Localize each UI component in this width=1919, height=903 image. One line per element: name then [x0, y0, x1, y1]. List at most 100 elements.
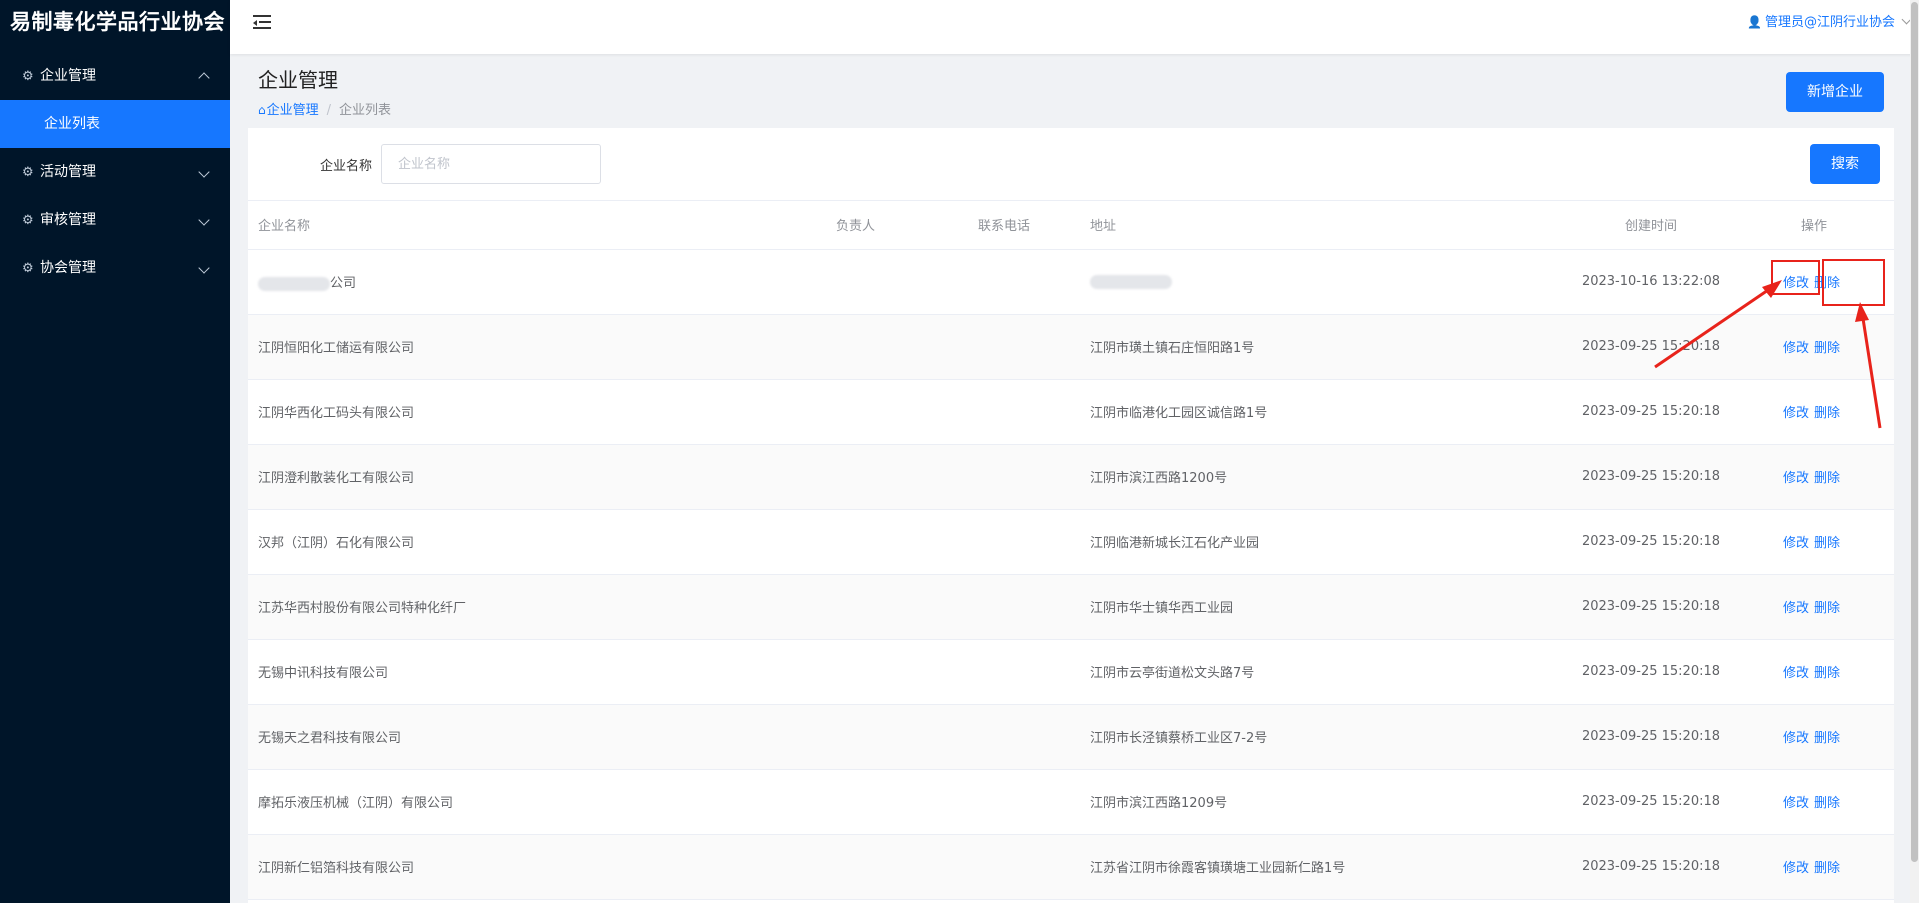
sidebar-item-label: 协会管理 — [40, 260, 96, 276]
cell-name: 摩拓乐液压机械（江阴）有限公司 — [258, 796, 454, 811]
edit-link[interactable]: 修改 — [1783, 666, 1809, 681]
sidebar-item-enterprise[interactable]: ⚙ 企业管理 — [0, 52, 230, 100]
cell-created: 2023-09-25 15:20:18 — [1568, 639, 1734, 705]
cell-actions: 修改 删除 — [1734, 769, 1894, 835]
cell-owner — [826, 769, 968, 835]
delete-link[interactable]: 删除 — [1814, 601, 1840, 616]
sidebar-item-review[interactable]: ⚙ 审核管理 — [0, 196, 230, 244]
sidebar-item-activity[interactable]: ⚙ 活动管理 — [0, 148, 230, 196]
cell-address-wrap: 江苏省江阴市徐霞客镇璜塘工业园新仁路1号 — [1080, 834, 1568, 900]
delete-link[interactable]: 删除 — [1814, 861, 1840, 876]
search-button[interactable]: 搜索 — [1810, 144, 1880, 184]
sidebar-item-association[interactable]: ⚙ 协会管理 — [0, 244, 230, 292]
table-row: 公司 2023-10-16 13:22:08 修改 删除 — [248, 249, 1894, 315]
cell-phone — [968, 704, 1080, 770]
cell-name-wrap: 无锡天之君科技有限公司 — [248, 704, 826, 770]
cell-address: 江苏省江阴市徐霞客镇璜塘工业园新仁路1号 — [1090, 861, 1346, 876]
cell-actions: 修改 删除 — [1734, 834, 1894, 900]
user-label: 管理员@江阴行业协会 — [1764, 15, 1895, 30]
delete-link[interactable]: 删除 — [1814, 471, 1840, 486]
table-row: 江阴华西化工码头有限公司 江阴市临港化工园区诚信路1号 2023-09-25 15:… — [248, 379, 1894, 445]
cell-owner — [826, 704, 968, 770]
add-enterprise-button[interactable]: 新增企业 — [1786, 72, 1884, 112]
breadcrumb-home-label: 企业管理 — [266, 103, 319, 118]
enterprise-name-input[interactable] — [381, 144, 601, 184]
cell-name: 汉邦（江阴）石化有限公司 — [258, 536, 415, 551]
cell-address: 江阴市滨江西路1200号 — [1090, 471, 1228, 486]
breadcrumb: ⌂企业管理 / 企业列表 — [258, 99, 391, 118]
cell-phone — [968, 314, 1080, 380]
cell-created: 2023-09-25 15:20:18 — [1568, 314, 1734, 380]
cell-address-wrap — [1080, 249, 1568, 315]
cell-name-wrap: 公司 — [248, 249, 826, 315]
cell-name-wrap: 江阴华西化工码头有限公司 — [248, 379, 826, 445]
edit-link[interactable]: 修改 — [1783, 341, 1809, 356]
table-row: 江阴新仁铝箔科技有限公司 江苏省江阴市徐霞客镇璜塘工业园新仁路1号 2023-09-… — [248, 834, 1894, 900]
cell-address: 江阴市璜土镇石庄恒阳路1号 — [1090, 341, 1255, 356]
delete-link[interactable]: 删除 — [1814, 341, 1840, 356]
cell-phone — [968, 509, 1080, 575]
cell-actions: 修改 删除 — [1734, 509, 1894, 575]
cell-actions: 修改 删除 — [1734, 574, 1894, 640]
cell-name: 江阴恒阳化工储运有限公司 — [258, 341, 415, 356]
enterprise-table: 企业名称 负责人 联系电话 地址 创建时间 操作 公司 2023-10-16 13… — [248, 201, 1894, 900]
cell-phone — [968, 769, 1080, 835]
cell-address-wrap: 江阴市璜土镇石庄恒阳路1号 — [1080, 314, 1568, 380]
cell-address-wrap: 江阴临港新城长江石化产业园 — [1080, 509, 1568, 575]
page-title: 企业管理 — [258, 68, 338, 92]
cell-phone — [968, 834, 1080, 900]
edit-link[interactable]: 修改 — [1783, 406, 1809, 421]
gear-icon: ⚙ — [22, 213, 34, 228]
cell-owner — [826, 379, 968, 445]
table-row: 无锡天之君科技有限公司 江阴市长泾镇蔡桥工业区7-2号 2023-09-25 15:… — [248, 704, 1894, 770]
app-root: 易制毒化学品行业协会 ⚙ 企业管理 企业列表 ⚙ 活动管理 ⚙ 审核管理 ⚙ 协会管理 … — [0, 0, 1919, 903]
cell-created: 2023-09-25 15:20:18 — [1568, 509, 1734, 575]
cell-actions: 修改 删除 — [1734, 639, 1894, 705]
cell-address-wrap: 江阴市云亭街道松文头路7号 — [1080, 639, 1568, 705]
cell-name-wrap: 摩拓乐液压机械（江阴）有限公司 — [248, 769, 826, 835]
user-menu[interactable]: 👤 管理员@江阴行业协会 — [1747, 0, 1912, 44]
cell-name: 无锡天之君科技有限公司 — [258, 731, 402, 746]
chevron-up-icon — [198, 52, 210, 102]
home-icon: ⌂ — [258, 103, 266, 117]
page-scrollbar[interactable] — [1910, 0, 1919, 903]
sidebar-subitem-enterprise-list[interactable]: 企业列表 — [0, 100, 230, 148]
cell-name-wrap: 江阴新仁铝箔科技有限公司 — [248, 834, 826, 900]
edit-link[interactable]: 修改 — [1783, 796, 1809, 811]
cell-created: 2023-09-25 15:20:18 — [1568, 379, 1734, 445]
cell-created: 2023-09-25 15:20:18 — [1568, 444, 1734, 510]
edit-link[interactable]: 修改 — [1783, 861, 1809, 876]
cell-address: 江阴市滨江西路1209号 — [1090, 796, 1228, 811]
header-name: 企业名称 — [248, 201, 826, 250]
edit-link[interactable]: 修改 — [1783, 601, 1809, 616]
search-label: 企业名称 — [320, 159, 373, 174]
edit-link[interactable]: 修改 — [1783, 536, 1809, 551]
cell-actions: 修改 删除 — [1734, 314, 1894, 380]
cell-owner — [826, 509, 968, 575]
cell-created: 2023-10-16 13:22:08 — [1568, 249, 1734, 315]
chevron-down-icon — [198, 244, 210, 292]
table-row: 汉邦（江阴）石化有限公司 江阴临港新城长江石化产业园 2023-09-25 15:2… — [248, 509, 1894, 575]
scrollbar-thumb[interactable] — [1911, 2, 1918, 862]
breadcrumb-home[interactable]: ⌂企业管理 — [258, 103, 319, 118]
edit-link[interactable]: 修改 — [1783, 471, 1809, 486]
hamburger-icon[interactable] — [253, 15, 271, 31]
edit-link[interactable]: 修改 — [1783, 731, 1809, 746]
user-icon: 👤 — [1747, 15, 1762, 29]
delete-link[interactable]: 删除 — [1814, 796, 1840, 811]
chevron-down-icon — [198, 196, 210, 244]
cell-owner — [826, 639, 968, 705]
delete-link[interactable]: 删除 — [1814, 731, 1840, 746]
sidebar-item-label: 审核管理 — [40, 212, 96, 228]
delete-link[interactable]: 删除 — [1814, 536, 1840, 551]
table-row: 无锡中讯科技有限公司 江阴市云亭街道松文头路7号 2023-09-25 15:20:… — [248, 639, 1894, 705]
delete-link[interactable]: 删除 — [1814, 406, 1840, 421]
delete-link[interactable]: 删除 — [1814, 666, 1840, 681]
cell-name-wrap: 无锡中讯科技有限公司 — [248, 639, 826, 705]
header-created: 创建时间 — [1568, 201, 1734, 250]
cell-actions: 修改 删除 — [1734, 444, 1894, 510]
cell-name: 江阴华西化工码头有限公司 — [258, 406, 415, 421]
table-row: 江阴澄利散装化工有限公司 江阴市滨江西路1200号 2023-09-25 15:20… — [248, 444, 1894, 510]
cell-owner — [826, 444, 968, 510]
cell-created: 2023-09-25 15:20:18 — [1568, 834, 1734, 900]
